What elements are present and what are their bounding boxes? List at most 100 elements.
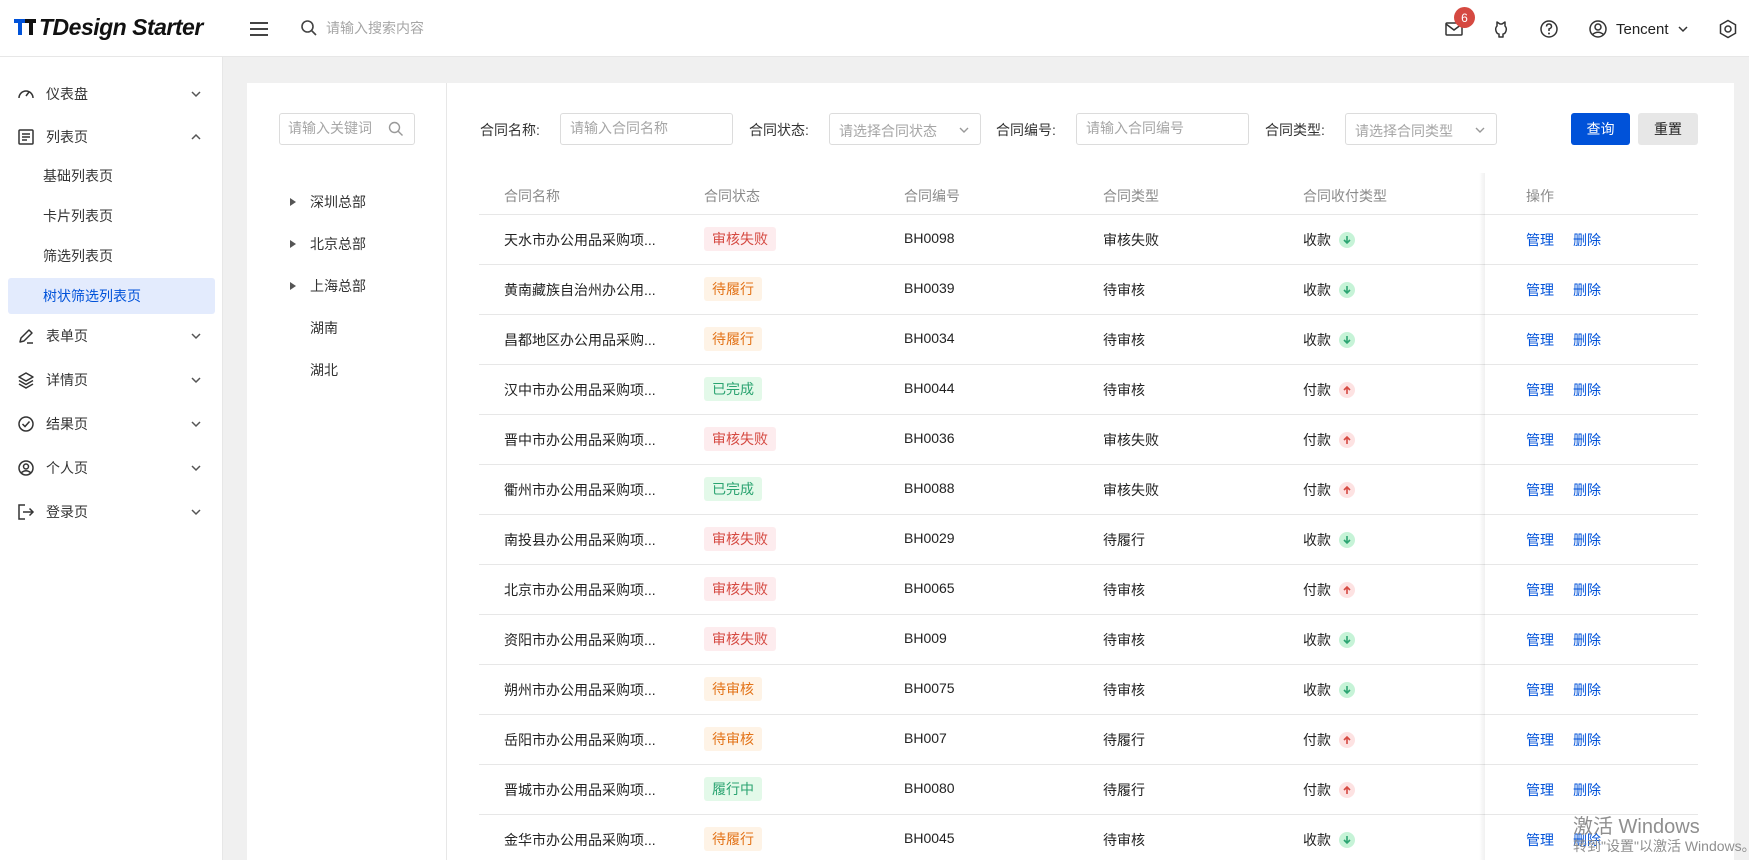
contract-name-cell: 朔州市办公用品采购项... [504, 682, 656, 698]
arrow-down-icon [1339, 532, 1355, 548]
contract-no-cell: BH0036 [904, 430, 955, 446]
delete-link[interactable]: 删除 [1573, 380, 1601, 400]
logo-text: TDesign Starter [39, 13, 203, 40]
delete-link[interactable]: 删除 [1573, 230, 1601, 250]
sidebar-item-result[interactable]: 结果页 [8, 407, 215, 441]
sidebar-sub-item-filter-list[interactable]: 筛选列表页 [8, 238, 215, 274]
contract-type-cell: 待履行 [1103, 532, 1145, 548]
contract-status-select[interactable]: 请选择合同状态 [829, 113, 981, 145]
sidebar-sub-item-card-list[interactable]: 卡片列表页 [8, 198, 215, 234]
manage-link[interactable]: 管理 [1526, 230, 1554, 250]
tree-node-beijing[interactable]: 北京总部 [288, 231, 366, 257]
contract-no-cell: BH0065 [904, 580, 955, 596]
manage-link[interactable]: 管理 [1526, 830, 1554, 850]
chevron-down-icon [189, 373, 203, 387]
manage-link[interactable]: 管理 [1526, 530, 1554, 550]
delete-link[interactable]: 删除 [1573, 330, 1601, 350]
delete-link[interactable]: 删除 [1573, 680, 1601, 700]
contract-no-cell: BH0098 [904, 230, 955, 246]
delete-link[interactable]: 删除 [1573, 530, 1601, 550]
notification-button[interactable]: 6 [1439, 7, 1475, 44]
pay-type-label: 付款 [1303, 432, 1331, 448]
contract-no-cell: BH0039 [904, 280, 955, 296]
contract-name-cell: 金华市办公用品采购项... [504, 832, 656, 848]
github-button[interactable] [1486, 14, 1516, 44]
pay-type-label: 付款 [1303, 732, 1331, 748]
help-button[interactable] [1534, 14, 1564, 44]
contract-name-cell: 汉中市办公用品采购项... [504, 382, 656, 398]
sidebar-item-label: 结果页 [46, 416, 88, 432]
manage-link[interactable]: 管理 [1526, 480, 1554, 500]
sidebar-item-login[interactable]: 登录页 [8, 495, 215, 529]
caret-right-icon[interactable] [288, 281, 298, 291]
manage-link[interactable]: 管理 [1526, 630, 1554, 650]
logo[interactable]: TDesign Starter [14, 12, 203, 42]
contract-name-input[interactable] [570, 120, 700, 136]
chevron-down-icon [959, 127, 969, 133]
sidebar-sub-item-tree-filter-list[interactable]: 树状筛选列表页 [8, 278, 215, 314]
sidebar-item-label: 表单页 [46, 328, 88, 344]
manage-link[interactable]: 管理 [1526, 330, 1554, 350]
manage-link[interactable]: 管理 [1526, 280, 1554, 300]
sidebar-sub-item-basic-list[interactable]: 基础列表页 [8, 158, 215, 194]
tree-node-shanghai[interactable]: 上海总部 [288, 273, 366, 299]
manage-link[interactable]: 管理 [1526, 580, 1554, 600]
delete-link[interactable]: 删除 [1573, 480, 1601, 500]
tree-search-input[interactable] [288, 120, 388, 136]
contract-name-field[interactable] [560, 113, 733, 145]
contract-type-cell: 审核失败 [1103, 432, 1159, 448]
pay-type-label: 收款 [1303, 232, 1331, 248]
reset-button[interactable]: 重置 [1638, 113, 1698, 145]
user-menu[interactable]: Tencent [1588, 14, 1689, 44]
pay-type-cell: 付款 [1303, 480, 1355, 500]
sidebar-item-personal[interactable]: 个人页 [8, 451, 215, 485]
manage-link[interactable]: 管理 [1526, 780, 1554, 800]
manage-link[interactable]: 管理 [1526, 430, 1554, 450]
delete-link[interactable]: 删除 [1573, 630, 1601, 650]
chevron-down-icon [189, 461, 203, 475]
tree-node-hubei[interactable]: 湖北 [288, 357, 338, 383]
caret-right-icon[interactable] [288, 197, 298, 207]
manage-link[interactable]: 管理 [1526, 380, 1554, 400]
manage-link[interactable]: 管理 [1526, 680, 1554, 700]
sidebar-item-form[interactable]: 表单页 [8, 319, 215, 353]
sidebar-item-list[interactable]: 列表页 [8, 120, 215, 154]
search-icon[interactable] [388, 121, 404, 137]
pay-type-label: 收款 [1303, 682, 1331, 698]
delete-link[interactable]: 删除 [1573, 430, 1601, 450]
sidebar-item-detail[interactable]: 详情页 [8, 363, 215, 397]
arrow-up-icon [1339, 782, 1355, 798]
delete-link[interactable]: 删除 [1573, 280, 1601, 300]
status-badge: 待履行 [704, 827, 762, 851]
column-header-name[interactable]: 合同名称 [504, 186, 560, 206]
delete-link[interactable]: 删除 [1573, 580, 1601, 600]
sidebar-item-dashboard[interactable]: 仪表盘 [8, 77, 215, 111]
gear-icon [1719, 19, 1737, 39]
contract-no-cell: BH0080 [904, 780, 955, 796]
contract-no-field[interactable] [1076, 113, 1249, 145]
pay-type-label: 付款 [1303, 382, 1331, 398]
delete-link[interactable]: 删除 [1573, 780, 1601, 800]
contract-type-select[interactable]: 请选择合同类型 [1345, 113, 1497, 145]
content-card: 深圳总部 北京总部 上海总部 湖南 湖北 合同名称: 合同状态: 请选择合同状态… [247, 83, 1734, 860]
column-header-type[interactable]: 合同类型 [1103, 186, 1159, 206]
contract-no-input[interactable] [1086, 120, 1216, 136]
header-search-input[interactable] [326, 14, 586, 42]
filter-label-type: 合同类型: [1265, 122, 1325, 138]
menu-toggle-button[interactable] [246, 16, 272, 42]
query-button[interactable]: 查询 [1571, 113, 1630, 145]
tree-node-hunan[interactable]: 湖南 [288, 315, 338, 341]
column-header-no[interactable]: 合同编号 [904, 186, 960, 206]
caret-right-icon[interactable] [288, 239, 298, 249]
delete-link[interactable]: 删除 [1573, 730, 1601, 750]
logout-icon [16, 502, 36, 522]
tree-node-shenzhen[interactable]: 深圳总部 [288, 189, 366, 215]
column-header-status[interactable]: 合同状态 [704, 186, 760, 206]
settings-button[interactable] [1713, 14, 1743, 44]
filter-label-no: 合同编号: [996, 122, 1056, 138]
column-header-pay-type[interactable]: 合同收付类型 [1303, 186, 1387, 206]
arrow-down-icon [1339, 282, 1355, 298]
manage-link[interactable]: 管理 [1526, 730, 1554, 750]
pay-type-label: 付款 [1303, 782, 1331, 798]
table-header-row: 合同名称 合同状态 合同编号 合同类型 合同收付类型 操作 [479, 173, 1698, 215]
